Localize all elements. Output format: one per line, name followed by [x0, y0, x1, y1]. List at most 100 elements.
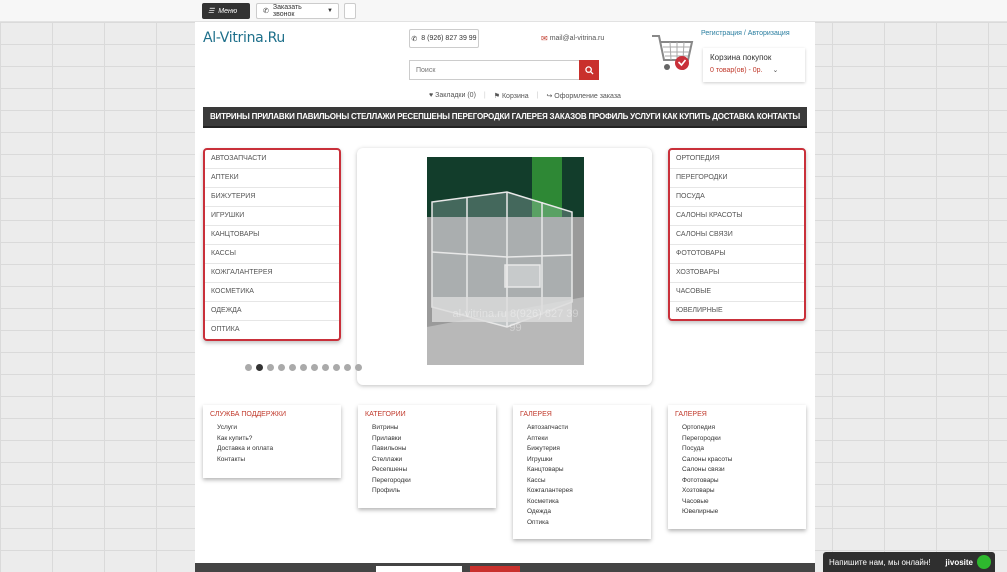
list-item[interactable]: Косметика [205, 283, 339, 302]
nav-item-peregorodki[interactable]: ПЕРЕГОРОДКИ [452, 112, 510, 121]
list-item[interactable]: Канцтовары [205, 226, 339, 245]
nav-item-reception[interactable]: РЕСЕПШЕНЫ [397, 112, 450, 121]
left-category-list: Автозапчасти Аптеки Бижутерия Игрушки Ка… [203, 148, 341, 341]
list-item[interactable]: Оптика [205, 321, 339, 340]
footer-link[interactable]: Ресепшены [365, 465, 489, 476]
site-logo[interactable]: Al-Vitrina.Ru [203, 30, 285, 46]
footer-link[interactable]: Фототовары [675, 476, 799, 487]
chat-widget[interactable]: Напишите нам, мы онлайн! jivosite [823, 552, 995, 572]
footer-link[interactable]: Бижутерия [520, 444, 644, 455]
chat-brand: jivosite [945, 557, 973, 567]
footer-link[interactable]: Услуги [210, 423, 334, 434]
nav-item-contacts[interactable]: КОНТАКТЫ [757, 112, 800, 121]
slider-dot[interactable] [300, 364, 307, 371]
image-slider[interactable]: al-vitrina.ru 8(926) 827 39 99 [357, 148, 652, 385]
footer-link[interactable]: Салоны красоты [675, 455, 799, 466]
slider-dot[interactable] [267, 364, 274, 371]
list-item[interactable]: Посуда [670, 188, 804, 207]
chat-status-icon [977, 555, 991, 569]
footer-link[interactable]: Оптика [520, 518, 644, 529]
call-request-button[interactable]: ✆ Заказать звонок ▼ [256, 3, 339, 19]
shopping-cart-icon[interactable] [650, 30, 696, 76]
nav-item-gallery[interactable]: ГАЛЕРЕЯ ЗАКАЗОВ [512, 112, 587, 121]
list-item[interactable]: Игрушки [205, 207, 339, 226]
slider-dot[interactable] [311, 364, 318, 371]
footer-link[interactable]: Стеллажи [365, 455, 489, 466]
list-item[interactable]: Аптеки [205, 169, 339, 188]
footer-link[interactable]: Хозтовары [675, 486, 799, 497]
footer-link[interactable]: Доставка и оплата [210, 444, 334, 455]
footer-link[interactable]: Ортопедия [675, 423, 799, 434]
footer-link[interactable]: Перегородки [365, 476, 489, 487]
footer-link[interactable]: Кожгалантерея [520, 486, 644, 497]
nav-item-how-to-buy[interactable]: КАК КУПИТЬ [662, 112, 710, 121]
flag-icon: ⚑ [493, 93, 501, 100]
slider-dot[interactable] [344, 364, 351, 371]
list-item[interactable]: Салоны связи [670, 226, 804, 245]
list-item[interactable]: Кожгалантерея [205, 264, 339, 283]
cart-title: Корзина покупок [710, 53, 772, 62]
slide-image[interactable]: al-vitrina.ru 8(926) 827 39 99 [427, 157, 584, 365]
slider-dot[interactable] [355, 364, 362, 371]
footer-link[interactable]: Салоны связи [675, 465, 799, 476]
phone-icon: ✆ [411, 35, 418, 43]
list-item[interactable]: Салоны красоты [670, 207, 804, 226]
menu-button[interactable]: ☰ Меню [202, 3, 250, 19]
slider-dot[interactable] [289, 364, 296, 371]
list-item[interactable]: Ювелирные [670, 302, 804, 321]
search-button[interactable] [579, 60, 599, 80]
nav-item-pavilony[interactable]: ПАВИЛЬОНЫ [297, 112, 350, 121]
nav-item-vitriny[interactable]: ВИТРИНЫ [210, 112, 250, 121]
footer-input[interactable] [376, 566, 462, 572]
footer-link[interactable]: Кассы [520, 476, 644, 487]
list-item[interactable]: Одежда [205, 302, 339, 321]
footer-link[interactable]: Автозапчасти [520, 423, 644, 434]
footer-link[interactable]: Перегородки [675, 434, 799, 445]
cart-link[interactable]: ⚑ Корзина [494, 92, 529, 100]
cart-summary-box[interactable]: Корзина покупок 0 товар(ов) - 0р. ⌄ [703, 48, 805, 82]
footer-link[interactable]: Игрушки [520, 455, 644, 466]
nav-item-delivery[interactable]: ДОСТАВКА [712, 112, 755, 121]
phone-box[interactable]: ✆ 8 (926) 827 39 99 [409, 29, 479, 48]
footer-link[interactable]: Ювелирные [675, 507, 799, 518]
list-item[interactable]: Кассы [205, 245, 339, 264]
list-item[interactable]: Хозтовары [670, 264, 804, 283]
footer-button[interactable] [470, 566, 520, 572]
footer-link[interactable]: Прилавки [365, 434, 489, 445]
nav-item-stellazhi[interactable]: СТЕЛЛАЖИ [351, 112, 395, 121]
list-item[interactable]: Ортопедия [670, 150, 804, 169]
email-link[interactable]: ✉ mail@al-vitrina.ru [541, 34, 604, 43]
footer-link[interactable]: Контакты [210, 455, 334, 466]
checkout-link[interactable]: ↪ Оформление заказа [546, 92, 620, 100]
footer-link[interactable]: Как купить? [210, 434, 334, 445]
share-icon: ↪ [546, 93, 553, 100]
slider-dot[interactable] [333, 364, 340, 371]
slider-dot[interactable] [245, 364, 252, 371]
list-item[interactable]: Перегородки [670, 169, 804, 188]
list-item[interactable]: Фототовары [670, 245, 804, 264]
bookmarks-link[interactable]: ♥ Закладки (0) [429, 92, 476, 100]
footer-categories: Категории Витрины Прилавки Павильоны Сте… [358, 405, 496, 508]
footer-link[interactable]: Павильоны [365, 444, 489, 455]
list-item[interactable]: Автозапчасти [205, 150, 339, 169]
footer-link[interactable]: Витрины [365, 423, 489, 434]
footer-link[interactable]: Часовые [675, 497, 799, 508]
list-item[interactable]: Часовые [670, 283, 804, 302]
footer-link[interactable]: Аптеки [520, 434, 644, 445]
footer-link[interactable]: Канцтовары [520, 465, 644, 476]
slider-dot[interactable] [256, 364, 263, 371]
top-bar [0, 0, 1007, 22]
list-item[interactable]: Бижутерия [205, 188, 339, 207]
extra-button[interactable] [344, 3, 356, 19]
nav-item-profile[interactable]: ПРОФИЛЬ [588, 112, 628, 121]
footer-link[interactable]: Посуда [675, 444, 799, 455]
footer-link[interactable]: Одежда [520, 507, 644, 518]
slider-dot[interactable] [322, 364, 329, 371]
slider-dot[interactable] [278, 364, 285, 371]
footer-link[interactable]: Косметика [520, 497, 644, 508]
register-login-link[interactable]: Регистрация / Авторизация [701, 30, 790, 37]
nav-item-services[interactable]: УСЛУГИ [630, 112, 660, 121]
nav-item-prilavki[interactable]: ПРИЛАВКИ [252, 112, 295, 121]
footer-link[interactable]: Профиль [365, 486, 489, 497]
search-input[interactable] [409, 60, 579, 80]
